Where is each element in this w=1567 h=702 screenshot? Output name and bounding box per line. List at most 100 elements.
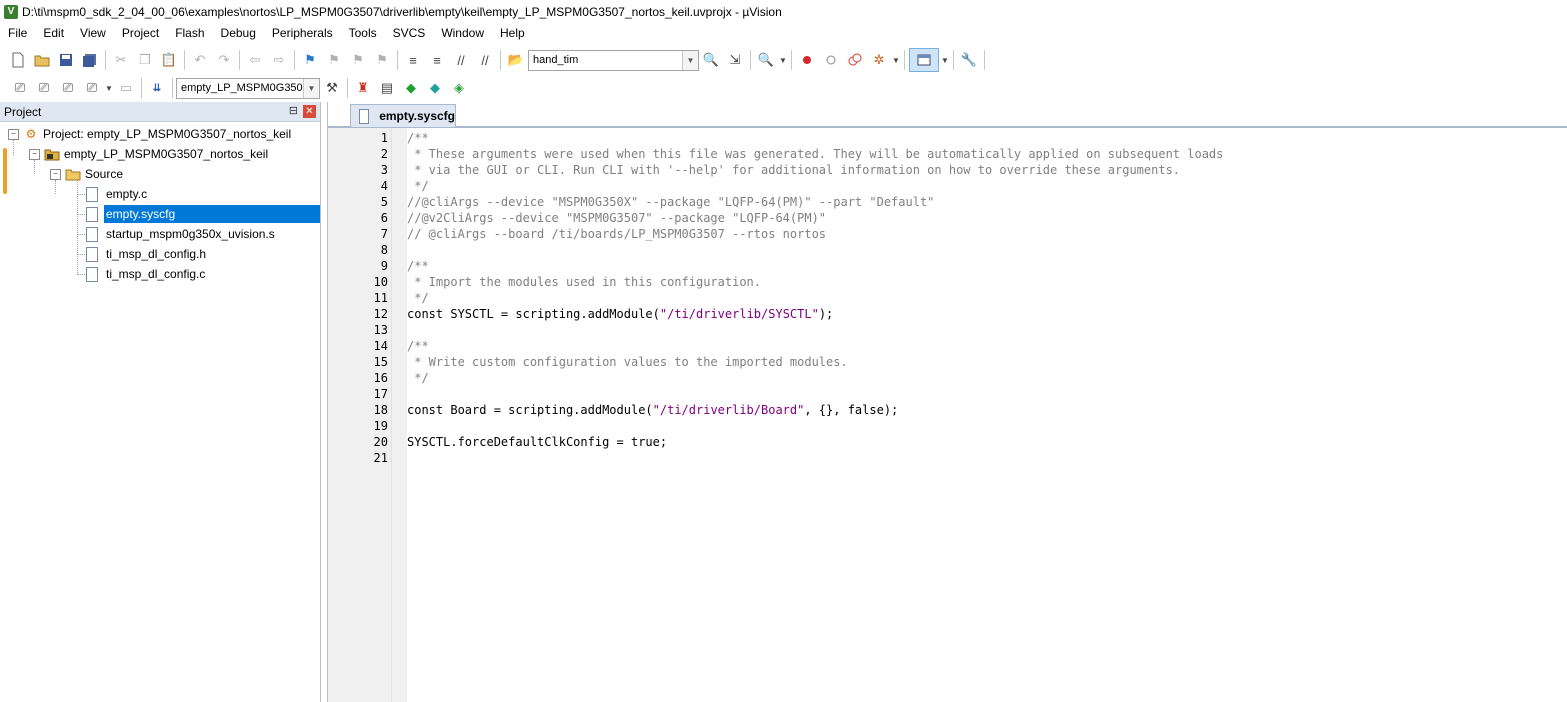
indent-icon[interactable]: ≡ [402,49,424,71]
code-line[interactable]: 3 * via the GUI or CLI. Run CLI with '--… [328,162,1567,178]
code-line[interactable]: 9 /** [328,258,1567,274]
navigate-forward-icon[interactable]: ⇨ [268,49,290,71]
tree-group-source[interactable]: − Source [50,165,123,183]
tree-target[interactable]: − empty_LP_MSPM0G3507_nortos_keil [29,145,268,163]
window-layout-icon[interactable] [909,48,939,72]
code-area[interactable]: 1/** 2 * These arguments were used when t… [328,130,1567,466]
insert-breakpoint-icon[interactable] [796,49,818,71]
new-file-icon[interactable] [7,49,29,71]
code-line[interactable]: 8 [328,242,1567,258]
disable-all-breakpoints-icon[interactable] [844,49,866,71]
copy-icon[interactable]: ❐ [134,49,156,71]
code-line[interactable]: 13 [328,322,1567,338]
incremental-find-icon[interactable]: ⇲ [724,49,746,71]
enable-breakpoint-icon[interactable] [820,49,842,71]
code-line[interactable]: 2 * These arguments were used when this … [328,146,1567,162]
navigate-back-icon[interactable]: ⇦ [244,49,266,71]
toolbar-separator [347,78,348,98]
tree-file[interactable]: startup_mspm0g350x_uvision.s [86,225,275,243]
comment-icon[interactable]: // [450,49,472,71]
code-line[interactable]: 17 [328,386,1567,402]
menu-view[interactable]: View [72,23,114,44]
file-label: ti_msp_dl_config.c [106,267,206,281]
tree-file[interactable]: ti_msp_dl_config.h [86,245,206,263]
bookmark-clear-icon[interactable]: ⚑ [371,49,393,71]
pin-icon[interactable]: ⊟ [289,104,298,117]
code-line[interactable]: 18 const Board = scripting.addModule("/ti… [328,402,1567,418]
tree-file-selected[interactable]: empty.syscfg [86,205,320,223]
collapse-icon[interactable]: − [29,148,40,160]
redo-icon[interactable]: ↷ [213,49,235,71]
select-software-packs-icon[interactable]: ◆ [424,77,446,99]
dropdown-arrow-icon[interactable]: ▼ [892,49,900,71]
code-line[interactable]: 20 SYSCTL.forceDefaultClkConfig = true; [328,434,1567,450]
menu-debug[interactable]: Debug [213,23,264,44]
menu-help[interactable]: Help [492,23,533,44]
tree-file[interactable]: ti_msp_dl_config.c [86,265,205,283]
build-icon[interactable]: ⎚ [33,77,55,99]
menu-tools[interactable]: Tools [341,23,385,44]
code-line[interactable]: 4 */ [328,178,1567,194]
menu-svcs[interactable]: SVCS [385,23,434,44]
close-icon[interactable]: ✕ [303,105,316,118]
save-icon[interactable] [55,49,77,71]
pack-installer-icon[interactable]: ◈ [448,77,470,99]
undo-icon[interactable]: ↶ [189,49,211,71]
uncomment-icon[interactable]: // [474,49,496,71]
download-load-icon[interactable]: ⇊ [146,77,168,99]
code-line[interactable]: 6 //@v2CliArgs --device "MSPM0G3507" --pa… [328,210,1567,226]
manage-multi-project-icon[interactable]: ▤ [376,77,398,99]
code-line[interactable]: 10 * Import the modules used in this con… [328,274,1567,290]
chevron-down-icon[interactable]: ▼ [303,78,319,98]
code-line[interactable]: 1 /** [328,130,1567,146]
code-line[interactable]: 14 /** [328,338,1567,354]
line-number: 3 [380,163,388,177]
find-combo[interactable]: hand_tim ▼ [528,49,699,71]
unindent-icon[interactable]: ≡ [426,49,448,71]
code-line[interactable]: 11 */ [328,290,1567,306]
manage-run-time-env-icon[interactable]: ◆ [400,77,422,99]
code-line[interactable]: 15 * Write custom configuration values t… [328,354,1567,370]
find-in-files-icon[interactable]: 📂 [505,49,527,71]
menu-window[interactable]: Window [433,23,492,44]
collapse-icon[interactable]: − [50,168,61,180]
manage-project-items-icon[interactable]: ♜ [352,77,374,99]
menu-edit[interactable]: Edit [35,23,72,44]
kill-all-breakpoints-icon[interactable]: ✲ [868,49,890,71]
code-line[interactable]: 21 [328,450,1567,466]
code-line[interactable]: 7 // @cliArgs --board /ti/boards/LP_MSPM0… [328,226,1567,242]
tab-empty-syscfg[interactable]: empty.syscfg [350,104,456,127]
tree-file[interactable]: empty.c [86,185,147,203]
code-line[interactable]: 19 [328,418,1567,434]
rebuild-icon[interactable]: ⎚ [57,77,79,99]
menu-file[interactable]: File [0,23,35,44]
batch-build-icon[interactable]: ⎚ [81,77,103,99]
bookmark-insert-icon[interactable]: ⚑ [299,49,321,71]
code-line[interactable]: 12 const SYSCTL = scripting.addModule("/t… [328,306,1567,322]
save-all-icon[interactable] [79,49,101,71]
code-line[interactable]: 5 //@cliArgs --device "MSPM0G350X" --pack… [328,194,1567,210]
configure-wrench-icon[interactable]: 🔧 [958,49,980,71]
code-line[interactable]: 16 */ [328,370,1567,386]
bookmark-next-icon[interactable]: ⚑ [347,49,369,71]
dropdown-arrow-icon[interactable]: ▼ [941,49,949,71]
menu-project[interactable]: Project [114,23,167,44]
dropdown-arrow-icon[interactable]: ▼ [105,77,113,99]
uvision-app-icon: V [4,4,18,19]
start-debug-icon[interactable]: 🔍 [755,49,777,71]
dropdown-arrow-icon[interactable]: ▼ [779,49,787,71]
tree-project-root[interactable]: − ⚙ Project: empty_LP_MSPM0G3507_nortos_… [8,125,291,143]
menu-flash[interactable]: Flash [167,23,212,44]
collapse-icon[interactable]: − [8,128,19,140]
paste-icon[interactable]: 📋 [158,49,180,71]
menu-peripherals[interactable]: Peripherals [264,23,341,44]
cut-icon[interactable]: ✂ [110,49,132,71]
target-select-combo[interactable]: empty_LP_MSPM0G3507_ ▼ [176,77,320,99]
bookmark-prev-icon[interactable]: ⚑ [323,49,345,71]
find-icon[interactable]: 🔍 [700,49,722,71]
target-options-icon[interactable]: ⚒ [321,77,343,99]
stop-build-icon[interactable]: ▭ [115,77,137,99]
chevron-down-icon[interactable]: ▼ [682,50,698,70]
translate-icon[interactable]: ⎚ [9,77,31,99]
open-folder-icon[interactable] [31,49,53,71]
